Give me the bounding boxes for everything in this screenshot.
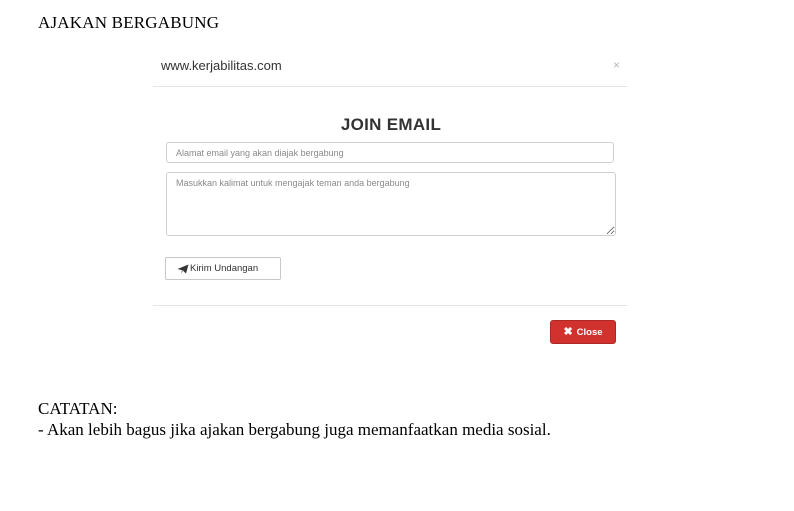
invite-message-textarea[interactable] (166, 172, 616, 236)
join-email-modal: www.kerjabilitas.com × JOIN EMAIL Kirim … (153, 49, 627, 354)
send-invitation-label: Kirim Undangan (190, 263, 259, 274)
modal-footer-divider (153, 305, 627, 306)
paper-plane-icon (177, 264, 189, 273)
note-text: - Akan lebih bagus jika ajakan bergabung… (38, 420, 551, 439)
page-heading: AJAKAN BERGABUNG (38, 13, 220, 32)
send-invitation-button[interactable]: Kirim Undangan (165, 257, 281, 280)
modal-close-x-icon[interactable]: × (613, 58, 620, 72)
modal-site-title: www.kerjabilitas.com (161, 58, 282, 73)
email-input[interactable] (166, 142, 614, 163)
close-label: Close (576, 326, 603, 338)
join-email-title: JOIN EMAIL (340, 115, 442, 134)
modal-header: www.kerjabilitas.com × (153, 49, 627, 87)
close-button[interactable]: ✖ Close (550, 320, 616, 344)
close-icon: ✖ (563, 325, 573, 338)
note-title: CATATAN: (38, 399, 118, 418)
